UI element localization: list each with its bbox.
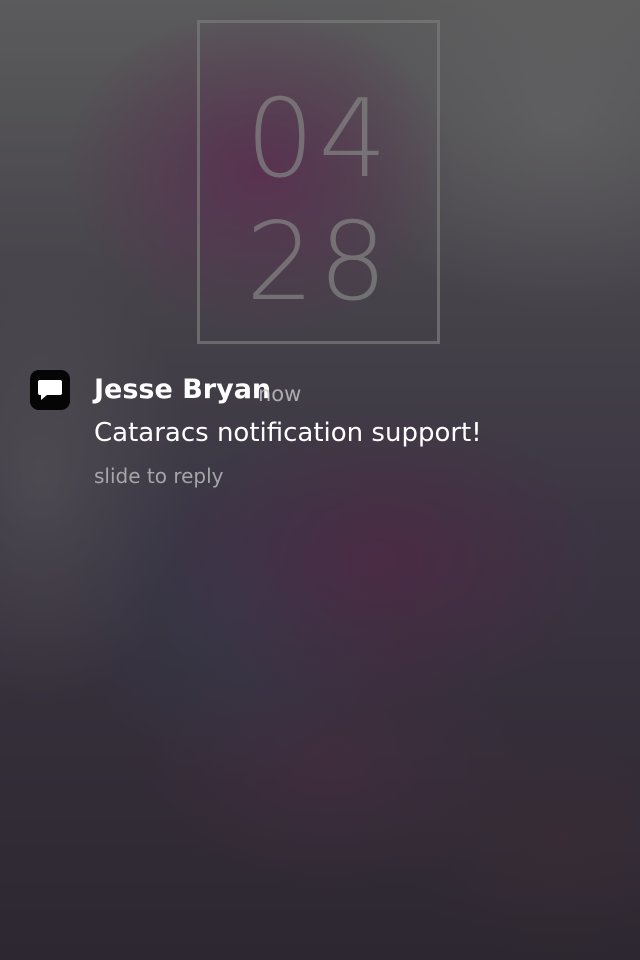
clock-frame: 04 28: [197, 20, 440, 344]
lock-screen: 04 28 Jesse Bryan now Cataracs notificat…: [0, 0, 640, 960]
notification-sender: Jesse Bryan: [94, 374, 272, 405]
notification[interactable]: Jesse Bryan now Cataracs notification su…: [0, 368, 640, 498]
clock-minutes: 28: [245, 200, 392, 325]
slide-to-reply-hint[interactable]: slide to reply: [94, 464, 224, 488]
message-bubble-icon: [30, 370, 70, 410]
notification-time: now: [258, 382, 302, 406]
clock-hours: 04: [245, 77, 392, 202]
notification-message: Cataracs notification support!: [94, 418, 482, 448]
